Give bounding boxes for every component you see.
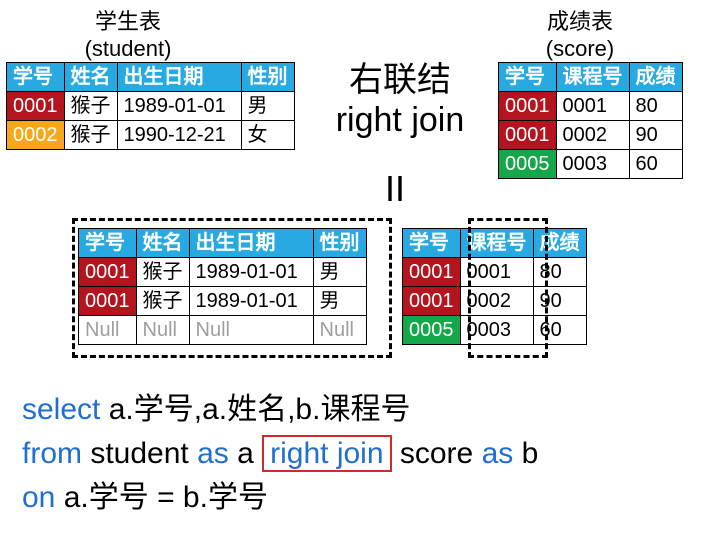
cell-name: 猴子 [64, 121, 117, 150]
cell-id: 0005 [403, 316, 461, 345]
kw-select: select [22, 393, 100, 426]
cell-course: 0003 [460, 316, 533, 345]
student-table: 学号 姓名 出生日期 性别 0001 猴子 1989-01-01 男 0002 … [6, 62, 295, 150]
th-sex: 性别 [241, 63, 294, 92]
kw-from: from [22, 437, 82, 470]
th-score: 成绩 [629, 63, 682, 92]
table-row: 0001 0001 80 [403, 258, 587, 287]
table-row: 0001 0002 90 [403, 287, 587, 316]
kw-on: on [22, 481, 55, 514]
th-score: 成绩 [533, 229, 586, 258]
th-name: 姓名 [136, 229, 189, 258]
table-row: Null Null Null Null [79, 316, 367, 345]
kw-as-b: as [482, 437, 514, 470]
cell-score: 90 [533, 287, 586, 316]
cell-score: 80 [533, 258, 586, 287]
student-title-en: (student) [48, 36, 208, 62]
cell-id: 0001 [403, 258, 461, 287]
score-title-cn: 成绩表 [500, 4, 660, 36]
th-id: 学号 [499, 63, 557, 92]
cell-score: 60 [533, 316, 586, 345]
th-dob: 出生日期 [117, 63, 241, 92]
cell-name: Null [136, 316, 189, 345]
cell-dob: 1989-01-01 [117, 92, 241, 121]
score-table: 学号 课程号 成绩 0001 0001 80 0001 0002 90 0005… [498, 62, 683, 179]
cell-sex: 女 [241, 121, 294, 150]
sql-line-2: from student as a right join score as b [22, 432, 538, 476]
cell-name: 猴子 [136, 287, 189, 316]
cell-score: 80 [629, 92, 682, 121]
cell-course: 0003 [556, 150, 629, 179]
cell-id: 0005 [499, 150, 557, 179]
cell-name: 猴子 [136, 258, 189, 287]
sql-fields: a.学号,a.姓名,b.课程号 [100, 393, 410, 426]
score-title-en: (score) [500, 36, 660, 62]
join-label-cn: 右联结 [310, 60, 490, 100]
cell-dob: 1989-01-01 [189, 258, 313, 287]
sql-line-1: select a.学号,a.姓名,b.课程号 [22, 388, 538, 432]
join-label: 右联结 right join [310, 60, 490, 140]
table-row: 0001 猴子 1989-01-01 男 [79, 258, 367, 287]
join-label-en: right join [310, 100, 490, 140]
cell-course: 0001 [556, 92, 629, 121]
cell-course: 0002 [556, 121, 629, 150]
th-course: 课程号 [460, 229, 533, 258]
sql-score: score [392, 437, 482, 470]
cell-name: 猴子 [64, 92, 117, 121]
th-id: 学号 [79, 229, 137, 258]
cell-sex: 男 [313, 287, 366, 316]
cell-dob: 1989-01-01 [189, 287, 313, 316]
student-title: 学生表 (student) [48, 4, 208, 62]
th-name: 姓名 [64, 63, 117, 92]
cell-id: 0001 [403, 287, 461, 316]
student-title-cn: 学生表 [48, 4, 208, 36]
cell-id: Null [79, 316, 137, 345]
cell-id: 0001 [79, 258, 137, 287]
sql-line-3: on a.学号 = b.学号 [22, 476, 538, 520]
cell-dob: Null [189, 316, 313, 345]
th-id: 学号 [403, 229, 461, 258]
table-row: 0001 猴子 1989-01-01 男 [79, 287, 367, 316]
th-id: 学号 [7, 63, 65, 92]
table-row: 0001 0001 80 [499, 92, 683, 121]
score-title: 成绩表 (score) [500, 4, 660, 62]
cell-score: 60 [629, 150, 682, 179]
cell-id: 0002 [7, 121, 65, 150]
table-row: 0001 猴子 1989-01-01 男 [7, 92, 295, 121]
cell-course: 0001 [460, 258, 533, 287]
sql-student: student [82, 437, 197, 470]
sql-cond: a.学号 = b.学号 [55, 481, 268, 514]
th-dob: 出生日期 [189, 229, 313, 258]
table-row: 0005 0003 60 [403, 316, 587, 345]
cell-course: 0002 [460, 287, 533, 316]
cell-sex: Null [313, 316, 366, 345]
cell-id: 0001 [79, 287, 137, 316]
sql-a: a [229, 437, 262, 470]
cell-score: 90 [629, 121, 682, 150]
result-student-table: 学号 姓名 出生日期 性别 0001 猴子 1989-01-01 男 0001 … [78, 228, 367, 345]
cell-dob: 1990-12-21 [117, 121, 241, 150]
sql-b: b [513, 437, 538, 470]
cell-id: 0001 [7, 92, 65, 121]
th-course: 课程号 [556, 63, 629, 92]
table-row: 0005 0003 60 [499, 150, 683, 179]
table-row: 0002 猴子 1990-12-21 女 [7, 121, 295, 150]
th-sex: 性别 [313, 229, 366, 258]
cell-sex: 男 [313, 258, 366, 287]
cell-id: 0001 [499, 121, 557, 150]
kw-rightjoin: right join [262, 435, 391, 472]
kw-as-a: as [197, 437, 229, 470]
cell-sex: 男 [241, 92, 294, 121]
equals-sign: II [350, 168, 440, 210]
result-score-table: 学号 课程号 成绩 0001 0001 80 0001 0002 90 0005… [402, 228, 587, 345]
sql-query: select a.学号,a.姓名,b.课程号 from student as a… [22, 388, 538, 520]
table-row: 0001 0002 90 [499, 121, 683, 150]
cell-id: 0001 [499, 92, 557, 121]
